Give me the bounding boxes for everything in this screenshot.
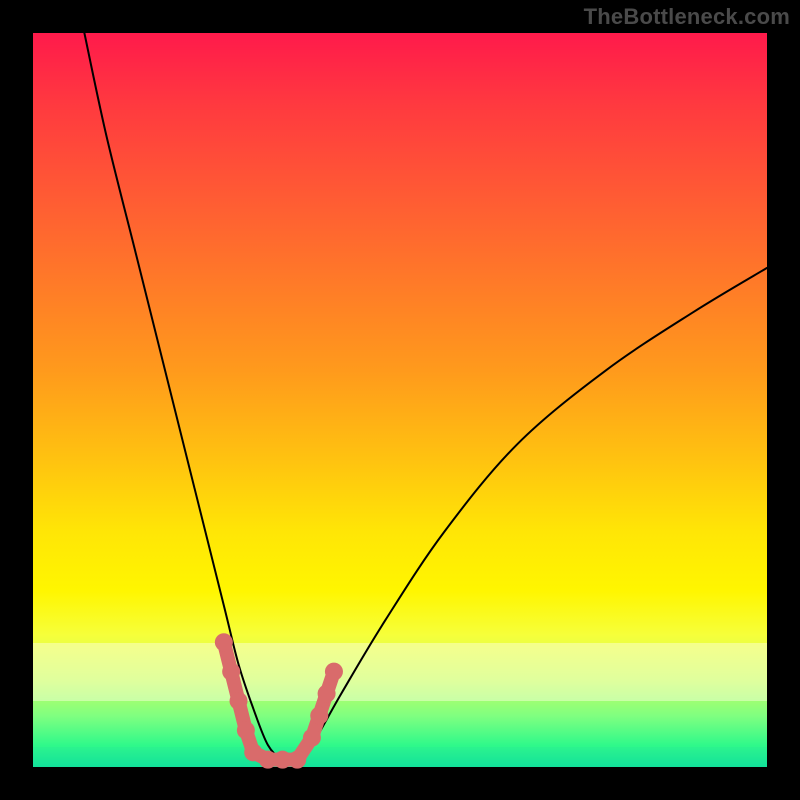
marker-dot bbox=[325, 663, 343, 681]
plot-area bbox=[33, 33, 767, 767]
marker-dot bbox=[230, 692, 248, 710]
marker-dot bbox=[318, 685, 336, 703]
marker-dot bbox=[222, 663, 240, 681]
marker-dot bbox=[237, 721, 255, 739]
highlight-markers bbox=[215, 633, 343, 768]
marker-dot bbox=[310, 707, 328, 725]
marker-dot bbox=[288, 751, 306, 769]
marker-dot bbox=[215, 633, 233, 651]
watermark-text: TheBottleneck.com bbox=[584, 4, 790, 30]
bottleneck-curve bbox=[84, 33, 767, 761]
chart-frame: TheBottleneck.com bbox=[0, 0, 800, 800]
marker-dot bbox=[303, 729, 321, 747]
curve-svg bbox=[33, 33, 767, 767]
